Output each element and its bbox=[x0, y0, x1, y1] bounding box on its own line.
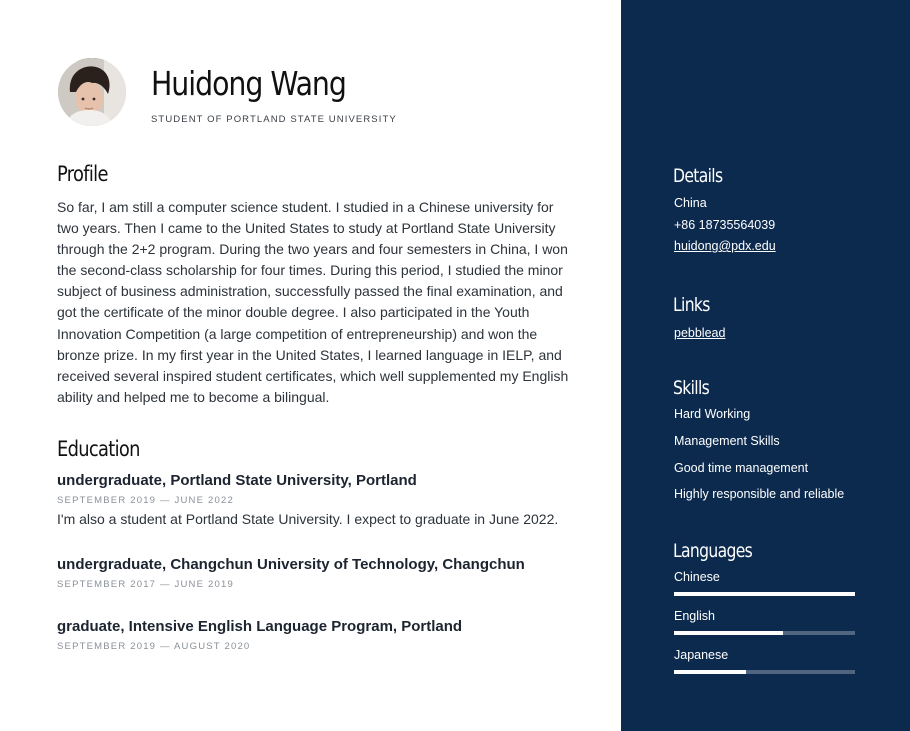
education-item-title: undergraduate, Portland State University… bbox=[57, 472, 417, 489]
language-level-fill bbox=[674, 631, 783, 635]
language-level-bar bbox=[674, 631, 855, 635]
details-phone: +86 18735564039 bbox=[674, 218, 776, 232]
education-item-dates: SEPTEMBER 2017 — JUNE 2019 bbox=[57, 579, 234, 590]
education-heading: Education bbox=[57, 437, 140, 461]
education-item: undergraduate, Portland State University… bbox=[57, 472, 597, 527]
language-level-bar bbox=[674, 592, 855, 596]
skill-item: Hard Working bbox=[674, 407, 751, 421]
languages-heading: Languages bbox=[673, 540, 753, 562]
language-level-fill bbox=[674, 592, 855, 596]
details-email-link[interactable]: huidong@pdx.edu bbox=[674, 239, 776, 253]
links-heading: Links bbox=[673, 294, 710, 316]
profile-text: So far, I am still a computer science st… bbox=[57, 199, 569, 405]
language-name: Japanese bbox=[674, 648, 729, 662]
language-name: English bbox=[674, 609, 715, 623]
language-level-fill bbox=[674, 670, 747, 674]
education-item-description: I'm also a student at Portland State Uni… bbox=[57, 511, 559, 527]
education-item: undergraduate, Changchun University of T… bbox=[57, 556, 597, 590]
person-subtitle: STUDENT OF PORTLAND STATE UNIVERSITY bbox=[151, 114, 397, 125]
language-name: Chinese bbox=[674, 570, 720, 584]
education-item-title: undergraduate, Changchun University of T… bbox=[57, 556, 525, 573]
avatar bbox=[58, 58, 126, 126]
details-country: China bbox=[674, 196, 707, 210]
link-pebblead[interactable]: pebblead bbox=[674, 326, 725, 340]
skill-item: Good time management bbox=[674, 461, 809, 475]
resume-sidebar: Details China +86 18735564039 huidong@pd… bbox=[621, 0, 910, 731]
profile-heading: Profile bbox=[57, 162, 108, 186]
skill-item: Management Skills bbox=[674, 434, 780, 448]
education-item: graduate, Intensive English Language Pro… bbox=[57, 618, 597, 652]
resume-main-column: Huidong Wang STUDENT OF PORTLAND STATE U… bbox=[0, 0, 621, 731]
education-item-dates: SEPTEMBER 2019 — JUNE 2022 bbox=[57, 495, 234, 506]
education-item-dates: SEPTEMBER 2019 — AUGUST 2020 bbox=[57, 641, 251, 652]
education-item-title: graduate, Intensive English Language Pro… bbox=[57, 618, 463, 635]
skill-item: Highly responsible and reliable bbox=[674, 487, 845, 501]
avatar-portrait-icon bbox=[58, 58, 126, 126]
person-name: Huidong Wang bbox=[151, 64, 347, 103]
details-heading: Details bbox=[673, 165, 723, 187]
language-level-bar bbox=[674, 670, 855, 674]
skills-heading: Skills bbox=[673, 377, 710, 399]
